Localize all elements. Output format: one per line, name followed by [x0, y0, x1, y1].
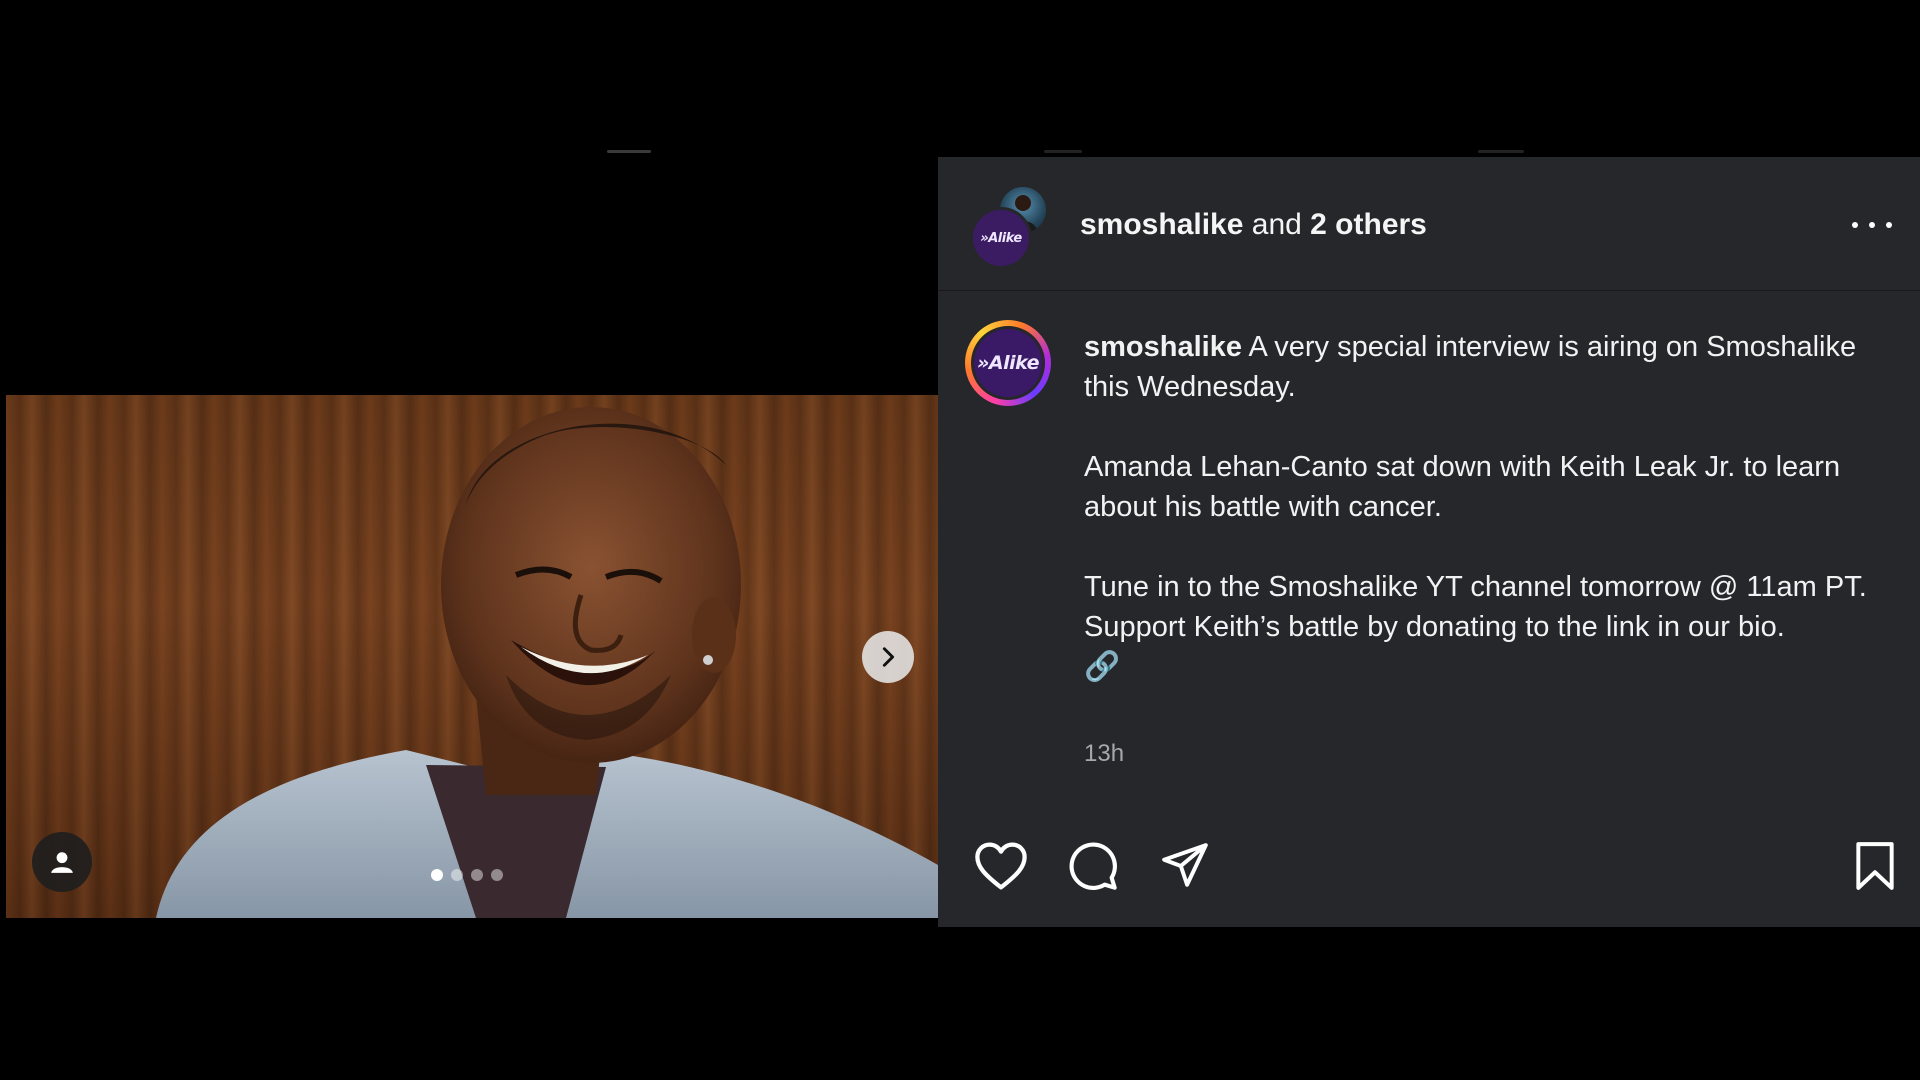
collab-avatars[interactable]: »Alike — [970, 187, 1050, 269]
post-photo — [156, 407, 938, 918]
carousel-dot — [471, 869, 483, 881]
more-horizontal-icon — [1886, 222, 1892, 228]
share-button[interactable] — [1158, 839, 1212, 893]
brand-logo: »Alike — [977, 352, 1039, 374]
top-divider — [1478, 150, 1524, 153]
carousel-dot — [431, 869, 443, 881]
post-caption: smoshalike A very special interview is a… — [1084, 327, 1884, 687]
next-slide-button[interactable] — [862, 631, 914, 683]
post-details-panel: »Alike smoshalike and 2 others »Alike sm… — [938, 157, 1920, 927]
heart-icon — [975, 842, 1027, 890]
smoshalike-avatar: »Alike — [970, 207, 1032, 269]
brand-logo: »Alike — [980, 230, 1022, 246]
chevron-right-icon — [882, 647, 895, 667]
author-username[interactable]: smoshalike — [1080, 208, 1243, 241]
more-horizontal-icon — [1852, 222, 1858, 228]
caption-username[interactable]: smoshalike — [1084, 331, 1242, 363]
link-emoji: 🔗 — [1084, 651, 1121, 683]
comment-button[interactable] — [1066, 839, 1120, 893]
caption-author-avatar[interactable]: »Alike — [965, 320, 1051, 406]
caption-text: Amanda Lehan-Canto sat down with Keith L… — [1084, 451, 1841, 523]
post-actions — [974, 839, 1212, 893]
top-divider — [607, 150, 651, 153]
more-options-button[interactable] — [1852, 207, 1892, 243]
bookmark-icon — [1856, 842, 1894, 890]
post-timestamp[interactable]: 13h — [1084, 740, 1124, 768]
caption-text: Tune in to the Smoshalike YT channel tom… — [1084, 571, 1867, 603]
post-viewer: »Alike smoshalike and 2 others »Alike sm… — [0, 0, 1920, 1080]
collaborators-link[interactable]: 2 others — [1310, 208, 1427, 241]
like-button[interactable] — [974, 839, 1028, 893]
top-divider — [1044, 150, 1082, 153]
save-button[interactable] — [1848, 839, 1902, 893]
send-icon — [1162, 843, 1208, 887]
author-joiner: and — [1243, 208, 1311, 241]
more-horizontal-icon — [1869, 222, 1875, 228]
post-author-line[interactable]: smoshalike and 2 others — [1080, 207, 1427, 243]
post-media[interactable] — [6, 395, 938, 918]
user-tag-icon — [51, 852, 73, 873]
tagged-users-button[interactable] — [32, 832, 92, 892]
post-header: »Alike smoshalike and 2 others — [938, 157, 1920, 291]
caption-text: Support Keith’s battle by donating to th… — [1084, 611, 1785, 643]
carousel-dot — [491, 869, 503, 881]
carousel-dot — [451, 869, 463, 881]
carousel-indicator — [431, 869, 503, 881]
comment-icon — [1069, 842, 1117, 890]
